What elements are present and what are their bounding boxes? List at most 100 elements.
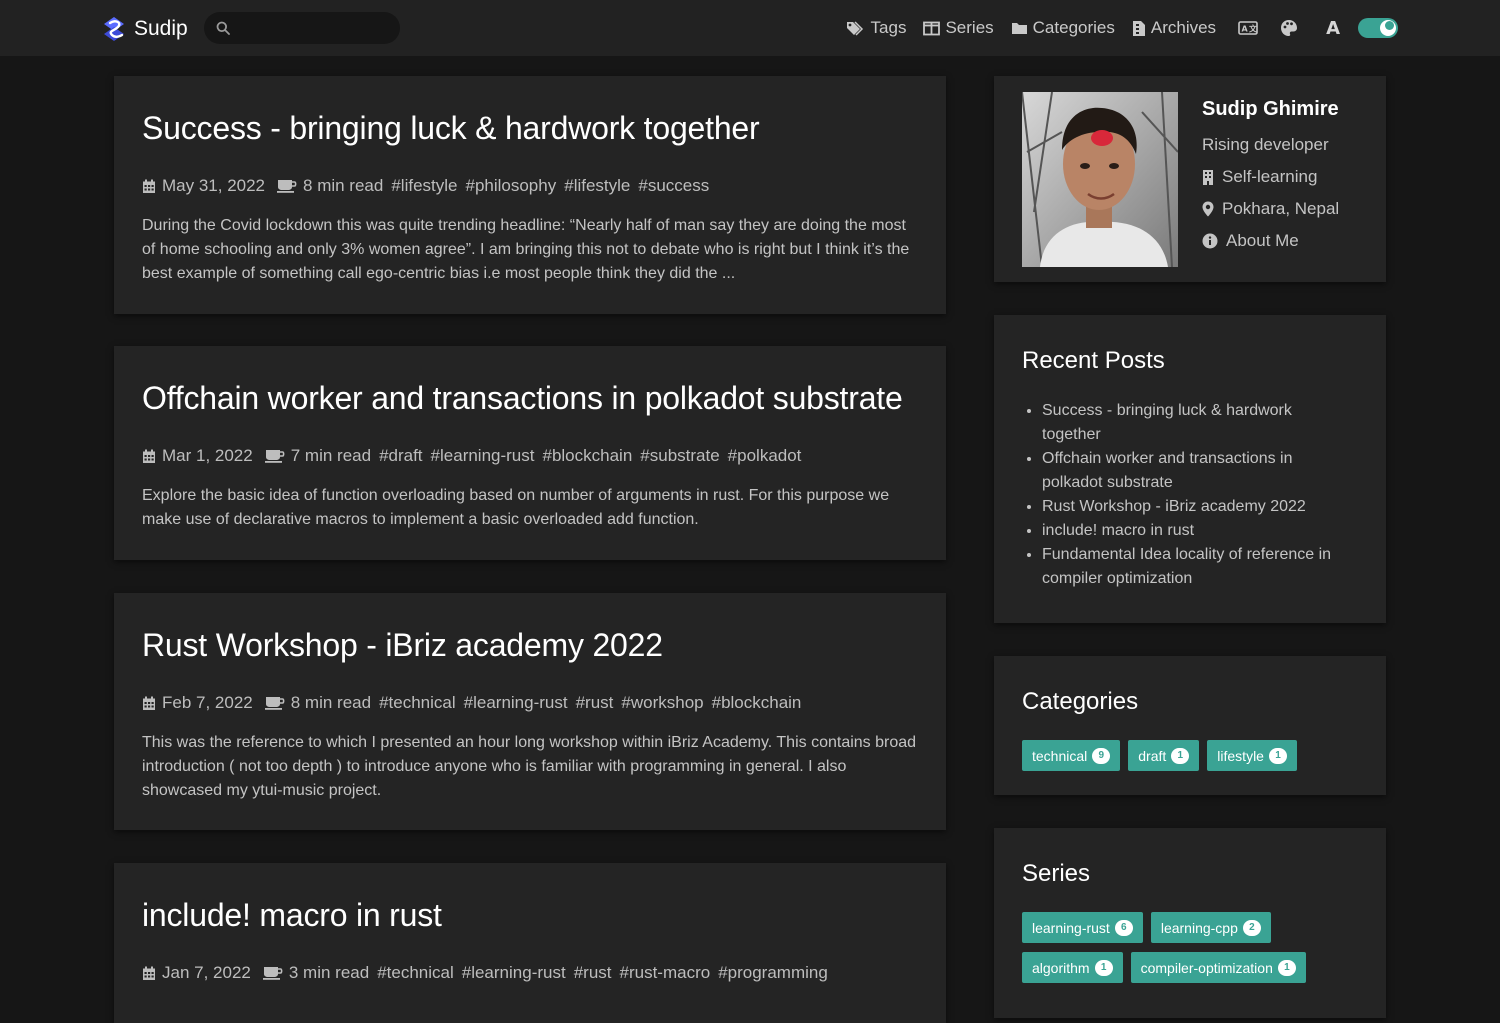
- recent-post-link[interactable]: include! macro in rust: [1042, 519, 1352, 543]
- brand-name: Sudip: [134, 17, 188, 40]
- read-time-label: 8 min read: [303, 176, 384, 195]
- series-label: learning-rust: [1032, 919, 1110, 936]
- post-title[interactable]: Rust Workshop - iBriz academy 2022: [142, 625, 918, 665]
- tag-link[interactable]: #philosophy: [465, 176, 556, 196]
- search-input[interactable]: [240, 12, 390, 44]
- top-navbar: Sudip Tags Series Categories Archives A …: [0, 0, 1500, 56]
- category-label: draft: [1138, 747, 1167, 764]
- info-icon: [1202, 233, 1218, 249]
- recent-post-link[interactable]: Fundamental Idea locality of reference i…: [1042, 543, 1352, 591]
- recent-post-link[interactable]: Offchain worker and transactions in polk…: [1042, 447, 1352, 495]
- language-button[interactable]: A 文: [1238, 21, 1258, 35]
- profile-org: Self-learning: [1202, 161, 1339, 193]
- tag-link[interactable]: #success: [638, 176, 709, 196]
- category-pill[interactable]: technical 9: [1022, 740, 1121, 771]
- series-pill[interactable]: compiler-optimization 1: [1130, 952, 1306, 983]
- series-pill[interactable]: learning-rust 6: [1022, 912, 1143, 943]
- read-time-label: 3 min read: [288, 963, 370, 982]
- theme-button[interactable]: [1280, 19, 1298, 37]
- recent-posts-list: Success - bringing luck & hardwork toget…: [1042, 399, 1352, 591]
- series-pill[interactable]: algorithm 1: [1022, 952, 1123, 983]
- series-pill[interactable]: learning-cpp 2: [1150, 912, 1271, 943]
- search-box: [204, 12, 400, 44]
- about-me-label: About Me: [1226, 231, 1299, 250]
- tag-link[interactable]: #learning-rust: [431, 446, 535, 466]
- post-date: Jan 7, 2022: [162, 963, 251, 982]
- building-icon: [1203, 170, 1213, 185]
- category-pill[interactable]: lifestyle 1: [1207, 740, 1297, 771]
- font-button[interactable]: A: [1326, 18, 1340, 39]
- calendar-icon: [143, 966, 155, 980]
- tag-link[interactable]: #blockchain: [712, 693, 802, 713]
- series-label: learning-cpp: [1160, 919, 1238, 936]
- map-pin-icon: [1202, 201, 1214, 217]
- read-time: 8 min read: [277, 176, 383, 196]
- tag-link[interactable]: #substrate: [640, 446, 719, 466]
- read-time: 7 min read: [264, 446, 371, 466]
- read-time-label: 8 min read: [290, 693, 372, 712]
- tag-link[interactable]: #programming: [718, 963, 828, 983]
- post-card: include! macro in rust Jan 7, 2022 3 min…: [114, 863, 946, 1023]
- series-title: Series: [1022, 860, 1091, 887]
- series-count: 1: [1277, 959, 1296, 976]
- folder-icon: [1011, 23, 1027, 34]
- series-label: compiler-optimization: [1140, 959, 1273, 976]
- calendar-icon: [143, 179, 155, 193]
- profile-card: Sudip Ghimire Rising developer Self-lear…: [994, 76, 1386, 282]
- tag-link[interactable]: #lifestyle: [391, 176, 457, 196]
- avatar-photo: [1022, 92, 1178, 267]
- tag-link[interactable]: #draft: [379, 446, 422, 466]
- profile-org-label: Self-learning: [1222, 167, 1318, 186]
- tags-icon: [846, 21, 863, 36]
- calendar-icon: [143, 449, 155, 463]
- post-meta: Mar 1, 2022 7 min read #draft #learning-…: [142, 444, 918, 468]
- profile-role-label: Rising developer: [1202, 135, 1329, 154]
- post-summary: Explore the basic idea of function overl…: [142, 487, 890, 528]
- category-count: 1: [1268, 747, 1287, 764]
- recent-post-link[interactable]: Success - bringing luck & hardwork toget…: [1042, 399, 1352, 447]
- nav-tags[interactable]: Tags: [846, 18, 906, 38]
- tag-link[interactable]: #blockchain: [543, 446, 633, 466]
- nav-series[interactable]: Series: [923, 18, 994, 38]
- categories-card: Categories technical 9 draft 1 lifestyle 1: [994, 656, 1386, 795]
- brand[interactable]: Sudip: [100, 14, 188, 44]
- post-title[interactable]: include! macro in rust: [142, 895, 918, 935]
- post-title[interactable]: Offchain worker and transactions in polk…: [142, 378, 918, 418]
- tag-link[interactable]: #learning-rust: [462, 963, 566, 983]
- tag-link[interactable]: #rust-macro: [620, 963, 711, 983]
- nav-series-label: Series: [945, 18, 994, 37]
- post-meta: Feb 7, 2022 8 min read #technical #learn…: [142, 691, 918, 715]
- category-label: technical: [1032, 747, 1088, 764]
- post-card: Rust Workshop - iBriz academy 2022 Feb 7…: [114, 593, 946, 830]
- post-meta: May 31, 2022 8 min read #lifestyle #phil…: [142, 174, 918, 198]
- dark-mode-toggle[interactable]: [1358, 18, 1398, 38]
- post-date: May 31, 2022: [162, 176, 266, 195]
- tag-link[interactable]: #technical: [379, 693, 456, 713]
- category-pill[interactable]: draft 1: [1128, 740, 1200, 771]
- series-count: 2: [1242, 919, 1261, 936]
- recent-post-link[interactable]: Rust Workshop - iBriz academy 2022: [1042, 495, 1352, 519]
- series-count: 1: [1094, 959, 1113, 976]
- post-date: Feb 7, 2022: [162, 693, 253, 712]
- profile-location: Pokhara, Nepal: [1202, 193, 1339, 225]
- nav-links: Tags Series Categories Archives A 文 A: [829, 14, 1398, 42]
- category-label: lifestyle: [1217, 747, 1264, 764]
- tag-link[interactable]: #lifestyle: [564, 176, 630, 196]
- tag-link[interactable]: #rust: [576, 693, 614, 713]
- tag-link[interactable]: #workshop: [621, 693, 703, 713]
- post-title[interactable]: Success - bringing luck & hardwork toget…: [142, 108, 918, 148]
- post-card: Offchain worker and transactions in polk…: [114, 346, 946, 560]
- post-date: Mar 1, 2022: [162, 446, 253, 465]
- series-label: algorithm: [1032, 959, 1090, 976]
- search-icon: [216, 21, 230, 35]
- tag-link[interactable]: #learning-rust: [464, 693, 568, 713]
- about-me-link[interactable]: About Me: [1202, 225, 1339, 257]
- svg-text:A: A: [1242, 25, 1249, 34]
- recent-posts-title: Recent Posts: [1022, 347, 1165, 374]
- nav-categories[interactable]: Categories: [1011, 18, 1115, 38]
- tag-link[interactable]: #rust: [574, 963, 612, 983]
- calendar-icon: [143, 696, 155, 710]
- tag-link[interactable]: #technical: [377, 963, 454, 983]
- nav-archives[interactable]: Archives: [1132, 18, 1216, 38]
- tag-link[interactable]: #polkadot: [728, 446, 802, 466]
